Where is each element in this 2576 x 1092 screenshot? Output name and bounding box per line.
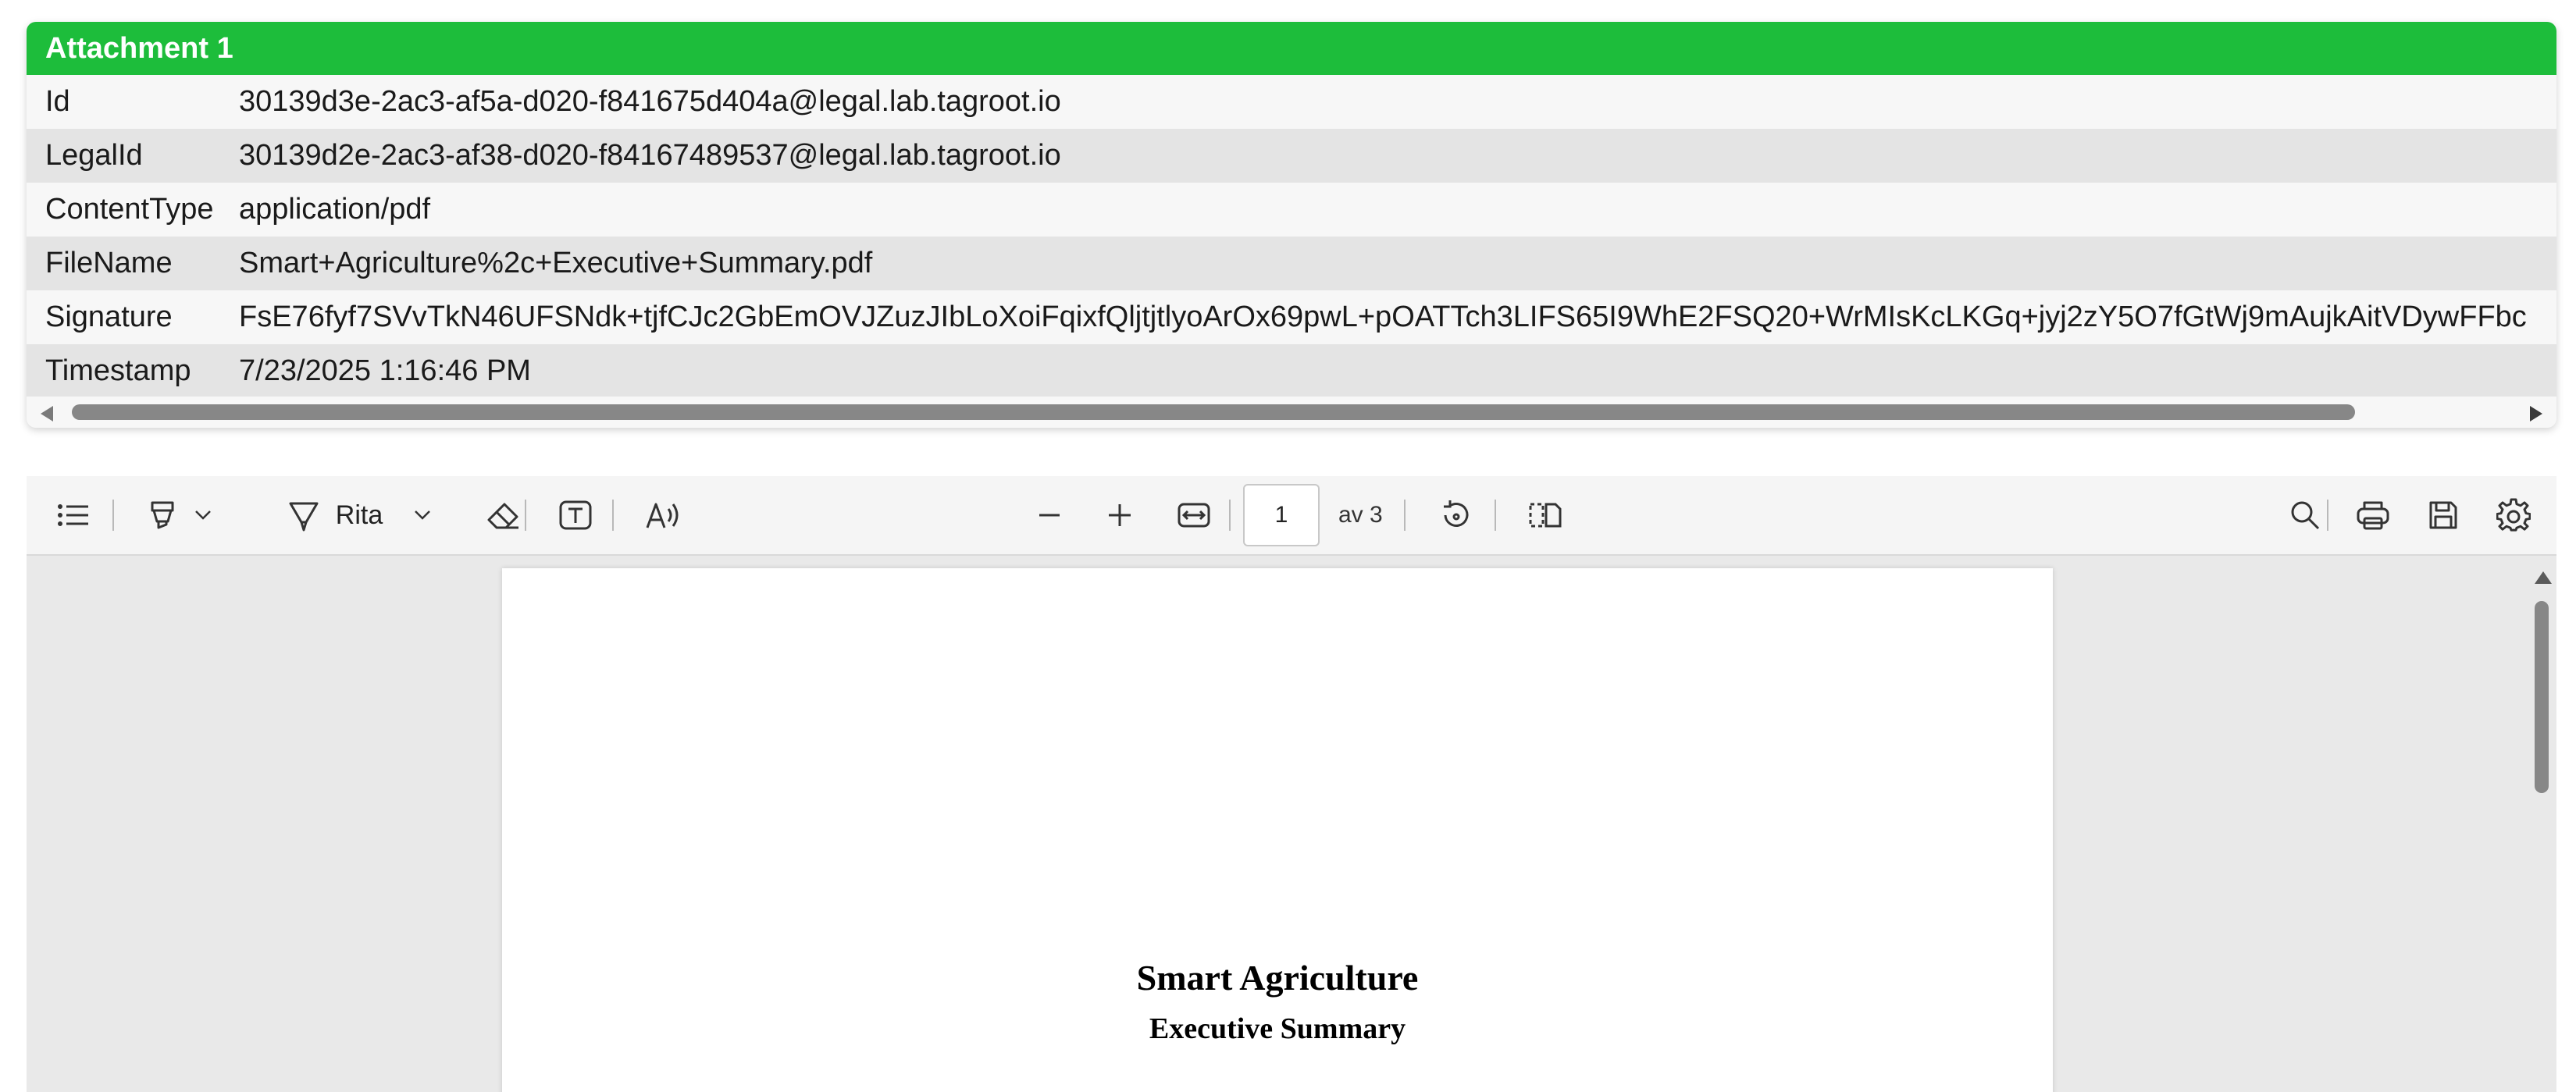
attachment-row-contenttype: ContentType application/pdf: [27, 183, 2556, 237]
draw-label: Rita: [335, 500, 383, 530]
rotate-icon[interactable]: [1429, 495, 1484, 535]
scroll-left-arrow-icon[interactable]: [41, 406, 53, 422]
toolbar-divider: [1404, 500, 1406, 531]
attachment-row-id: Id 30139d3e-2ac3-af5a-d020-f841675d404a@…: [27, 75, 2556, 129]
highlighter-icon: [146, 498, 180, 532]
chevron-down-icon[interactable]: [194, 510, 212, 521]
text-box-icon[interactable]: [548, 495, 603, 535]
save-icon[interactable]: [2416, 495, 2471, 535]
toolbar-divider: [112, 500, 114, 531]
list-icon[interactable]: [50, 495, 97, 535]
zoom-out-button[interactable]: [1026, 495, 1073, 535]
scroll-up-arrow-icon[interactable]: [2535, 571, 2552, 584]
pdf-toolbar: Rita 1 av 3: [27, 476, 2556, 556]
row-key: Id: [45, 85, 70, 118]
row-value: application/pdf: [239, 193, 431, 226]
page-view-icon[interactable]: [1518, 495, 1573, 535]
row-key: Signature: [45, 301, 173, 333]
row-key: ContentType: [45, 193, 214, 226]
pdf-viewer: Rita 1 av 3 Smart Agriculture Executive …: [27, 476, 2556, 1092]
fit-width-icon[interactable]: [1167, 495, 1221, 535]
chevron-down-icon[interactable]: [414, 510, 431, 521]
horizontal-scrollbar[interactable]: [27, 397, 2556, 428]
read-aloud-icon[interactable]: [636, 495, 690, 535]
attachment-table: Id 30139d3e-2ac3-af5a-d020-f841675d404a@…: [27, 75, 2556, 398]
pen-icon: [286, 497, 322, 533]
toolbar-divider: [1229, 500, 1231, 531]
row-key: FileName: [45, 247, 173, 279]
attachment-panel: Attachment 1 Id 30139d3e-2ac3-af5a-d020-…: [27, 22, 2556, 428]
gear-icon[interactable]: [2486, 495, 2541, 535]
plus-icon: [1107, 503, 1132, 528]
toolbar-divider: [2327, 500, 2328, 531]
horizontal-scroll-thumb[interactable]: [72, 404, 2355, 420]
scroll-right-arrow-icon[interactable]: [2530, 406, 2542, 422]
vertical-scrollbar[interactable]: [2525, 564, 2556, 1092]
minus-icon: [1038, 513, 1061, 518]
toolbar-divider: [612, 500, 614, 531]
search-icon[interactable]: [2282, 495, 2328, 535]
vertical-scroll-thumb[interactable]: [2535, 601, 2549, 793]
highlight-button[interactable]: [136, 495, 222, 535]
page-count-label: av 3: [1338, 502, 1383, 528]
toolbar-divider: [1495, 500, 1496, 531]
pdf-page: Smart Agriculture Executive Summary: [502, 568, 2053, 1092]
document-subtitle: Executive Summary: [1149, 1012, 1406, 1045]
row-key: LegalId: [45, 139, 143, 172]
attachment-row-filename: FileName Smart+Agriculture%2c+Executive+…: [27, 237, 2556, 290]
attachment-header: Attachment 1: [27, 22, 2556, 75]
eraser-icon[interactable]: [479, 495, 526, 535]
row-value: Smart+Agriculture%2c+Executive+Summary.p…: [239, 247, 873, 279]
row-value: 30139d2e-2ac3-af38-d020-f84167489537@leg…: [239, 139, 1061, 172]
attachment-row-timestamp: Timestamp 7/23/2025 1:16:46 PM: [27, 344, 2556, 398]
draw-button[interactable]: Rita: [261, 495, 456, 535]
row-value: 30139d3e-2ac3-af5a-d020-f841675d404a@leg…: [239, 85, 1061, 118]
page-number-input[interactable]: 1: [1243, 484, 1320, 546]
zoom-in-button[interactable]: [1096, 495, 1143, 535]
document-title: Smart Agriculture: [1136, 958, 1419, 998]
row-value: FsE76fyf7SVvTkN46UFSNdk+tjfCJc2GbEmOVJZu…: [239, 301, 2527, 333]
row-value: 7/23/2025 1:16:46 PM: [239, 354, 531, 387]
row-key: Timestamp: [45, 354, 191, 387]
attachment-row-legalid: LegalId 30139d2e-2ac3-af38-d020-f8416748…: [27, 129, 2556, 183]
attachment-row-signature: Signature FsE76fyf7SVvTkN46UFSNdk+tjfCJc…: [27, 290, 2556, 344]
print-icon[interactable]: [2346, 495, 2400, 535]
toolbar-divider: [525, 500, 526, 531]
